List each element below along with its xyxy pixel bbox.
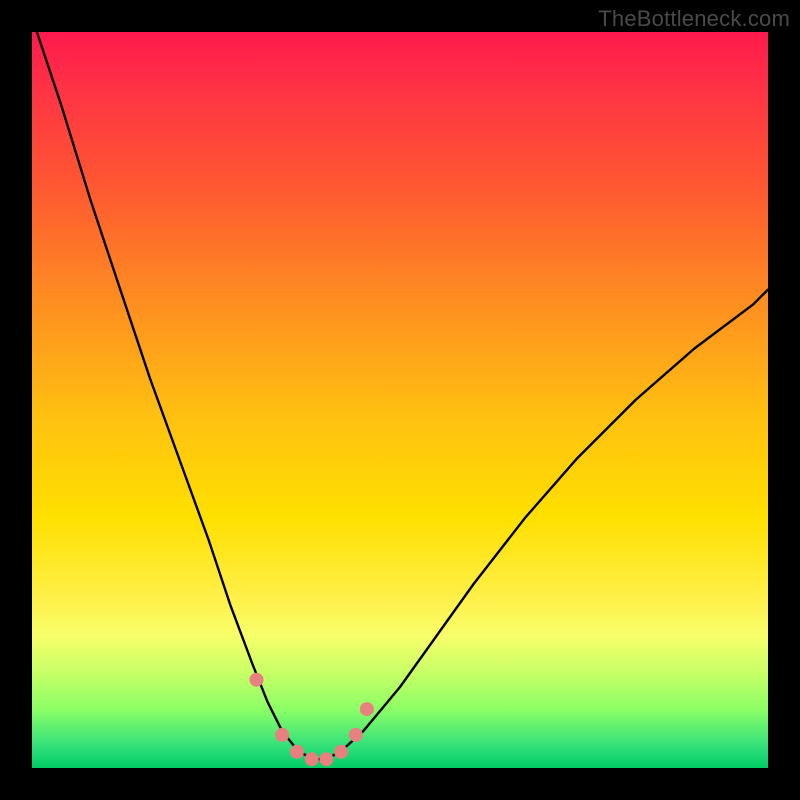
curve-series [32, 17, 768, 759]
marker-dot [275, 728, 289, 742]
curve-path [32, 17, 768, 759]
marker-dot [250, 673, 264, 687]
chart-frame: TheBottleneck.com [0, 0, 800, 800]
marker-series [250, 673, 374, 767]
marker-dot [305, 752, 319, 766]
marker-dot [334, 745, 348, 759]
plot-area [32, 32, 768, 768]
marker-dot [360, 702, 374, 716]
marker-dot [349, 728, 363, 742]
watermark-text: TheBottleneck.com [598, 6, 790, 32]
chart-svg [32, 32, 768, 768]
marker-dot [290, 745, 304, 759]
marker-dot [319, 752, 333, 766]
